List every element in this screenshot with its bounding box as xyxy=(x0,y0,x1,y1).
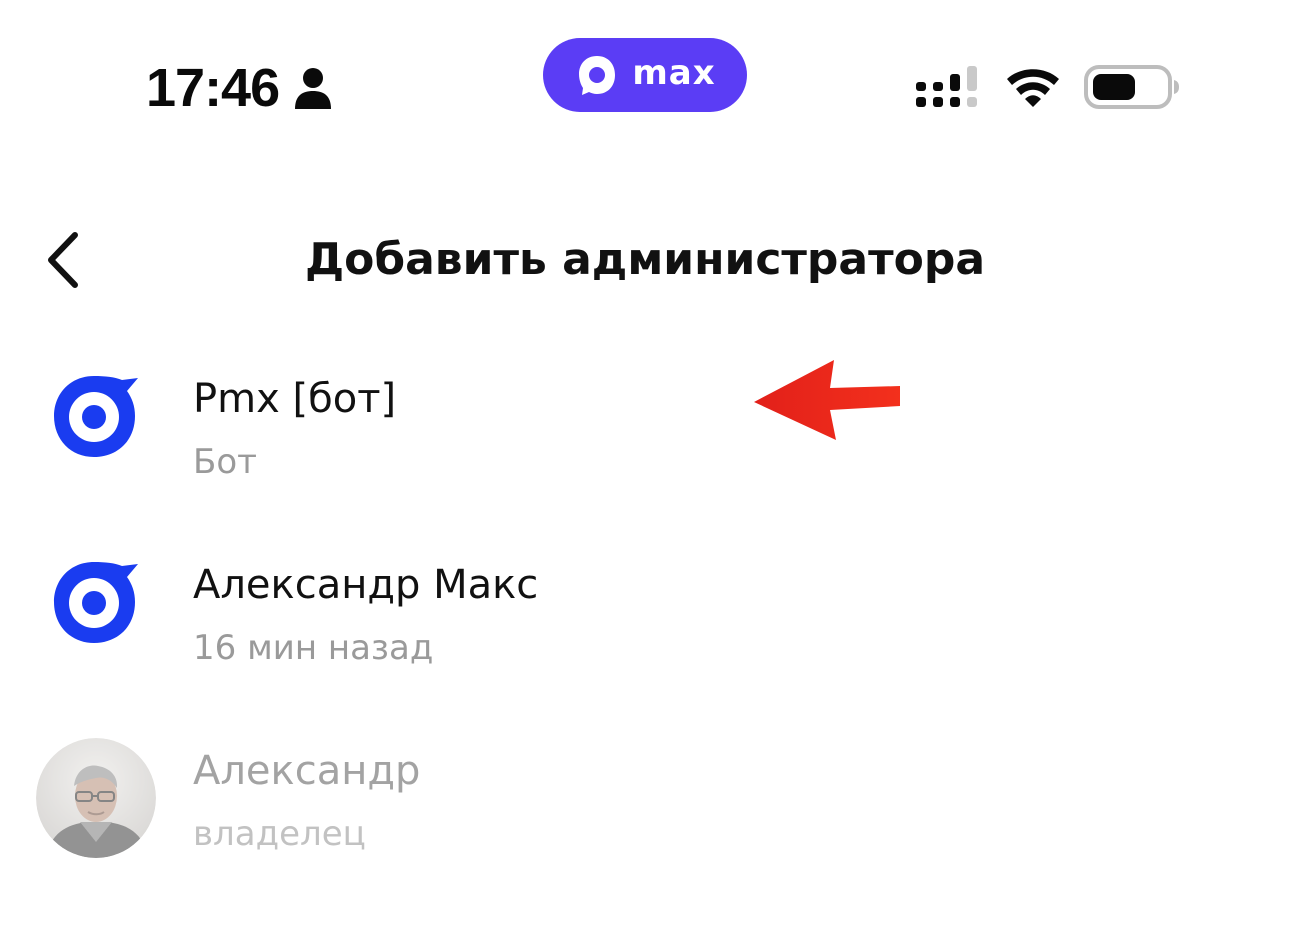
person-icon xyxy=(295,68,332,109)
member-name: Pmx [бот] xyxy=(193,376,397,422)
red-arrow-left-icon xyxy=(754,360,900,440)
app-pill-label: max xyxy=(632,53,716,93)
max-logo-icon xyxy=(54,562,138,643)
max-logo-icon xyxy=(54,376,138,457)
app-indicator-pill[interactable]: max xyxy=(543,38,747,112)
status-time: 17:46 xyxy=(146,58,280,118)
max-logo-icon xyxy=(579,56,616,95)
member-name: Александр Макс xyxy=(193,562,539,608)
list-item-pmx-bot[interactable]: Pmx [бот] Бот xyxy=(0,340,1290,510)
user-photo-avatar xyxy=(36,738,156,858)
list-item-alexandr-owner: Александр владелец xyxy=(0,712,1290,882)
status-bar: 17:46 max xyxy=(0,0,1290,140)
page-title: Добавить администратора xyxy=(304,234,986,285)
member-name: Александр xyxy=(193,748,421,794)
list-item-alexandr-maks[interactable]: Александр Макс 16 мин назад xyxy=(0,526,1290,696)
member-subtitle: 16 мин назад xyxy=(193,628,434,668)
nav-header: Добавить администратора xyxy=(0,210,1290,310)
member-role: владелец xyxy=(193,814,366,854)
cellular-signal-icon xyxy=(916,66,977,107)
member-subtitle: Бот xyxy=(193,442,257,482)
battery-icon xyxy=(1084,65,1179,109)
wifi-icon xyxy=(1007,69,1059,107)
clock-group: 17:46 xyxy=(146,58,333,118)
